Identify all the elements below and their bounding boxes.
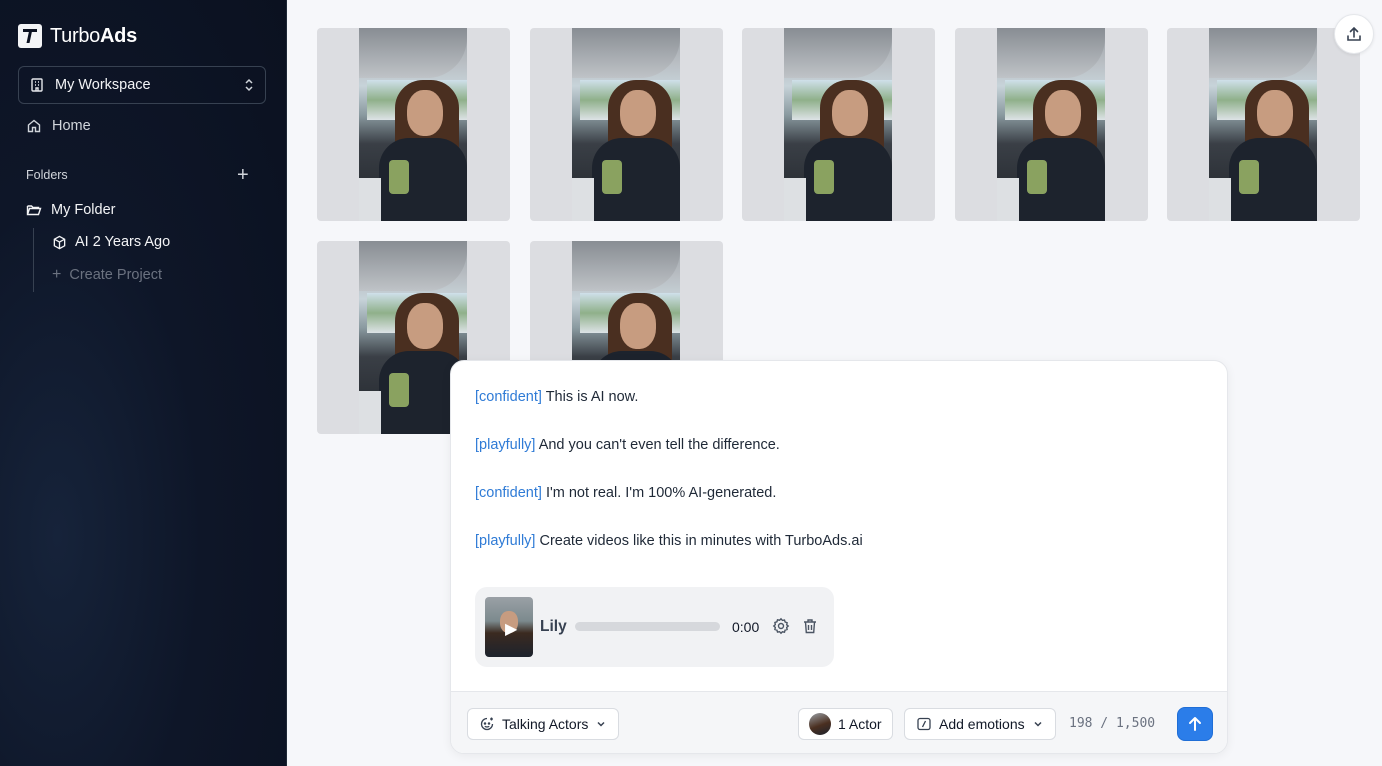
voice-name: Lily [540, 618, 567, 635]
add-emotions-label: Add emotions [939, 716, 1025, 732]
line-text: I'm not real. I'm 100% AI-generated. [545, 485, 777, 501]
actor-photo [784, 28, 892, 221]
actor-photo [572, 28, 680, 221]
voice-preview-card: ▶ Lily 0:00 [475, 587, 834, 667]
folders-heading: Folders [26, 168, 68, 182]
logo[interactable]: TurboAds [18, 24, 137, 48]
add-folder-icon[interactable]: + [237, 165, 249, 185]
folder-item[interactable]: My Folder [26, 202, 115, 218]
create-project-label: Create Project [69, 267, 163, 283]
workspace-name: My Workspace [55, 77, 151, 93]
script-line: [playfully] Create videos like this in m… [475, 531, 863, 579]
actor-avatar[interactable]: ▶ [485, 597, 533, 657]
chevron-updown-icon [243, 77, 255, 93]
actor-photo [1209, 28, 1317, 221]
sparkle-face-icon [479, 716, 495, 732]
audio-time: 0:00 [732, 619, 760, 635]
building-icon [29, 77, 45, 93]
cube-icon [52, 235, 67, 250]
script-line: [confident] I'm not real. I'm 100% AI-ge… [475, 483, 863, 531]
line-text: This is AI now. [545, 389, 639, 405]
plus-icon: + [52, 266, 62, 283]
workspace-switcher[interactable]: My Workspace [18, 66, 266, 104]
brand-name: TurboAds [50, 24, 137, 47]
add-emotions-select[interactable]: Add emotions [904, 708, 1056, 740]
sidebar-item-label: Home [52, 118, 91, 134]
send-button[interactable] [1177, 707, 1213, 741]
audio-progress-bar[interactable] [575, 622, 720, 631]
sidebar: TurboAds My Workspace Home Folders + My … [0, 0, 287, 766]
emotion-tag[interactable]: [playfully] [475, 437, 535, 453]
video-thumbnail[interactable] [955, 28, 1148, 221]
logo-icon [18, 24, 42, 48]
script-line: [confident] This is AI now. [475, 387, 863, 435]
mode-label: Talking Actors [502, 716, 589, 732]
script-line: [playfully] And you can't even tell the … [475, 435, 863, 483]
trash-icon[interactable] [801, 617, 819, 635]
play-icon[interactable]: ▶ [505, 619, 517, 639]
upload-button[interactable] [1334, 14, 1374, 54]
project-label: AI 2 Years Ago [75, 234, 171, 250]
actor-select-button[interactable]: 1 Actor [798, 708, 893, 740]
emotion-tag[interactable]: [playfully] [475, 533, 535, 549]
sidebar-item-home[interactable]: Home [26, 118, 91, 134]
emotion-tag[interactable]: [confident] [475, 389, 542, 405]
chevron-down-icon [1032, 718, 1044, 730]
upload-icon [1345, 25, 1363, 43]
mode-select[interactable]: Talking Actors [467, 708, 620, 740]
slash-box-icon [916, 716, 932, 732]
line-text: Create videos like this in minutes with … [539, 533, 863, 549]
actor-photo [997, 28, 1105, 221]
video-thumbnail[interactable] [317, 28, 510, 221]
script-editor[interactable]: [confident] This is AI now. [playfully] … [475, 387, 863, 579]
video-thumbnail[interactable] [742, 28, 935, 221]
actor-photo [359, 28, 467, 221]
project-item[interactable]: AI 2 Years Ago [52, 234, 170, 250]
chevron-down-icon [595, 718, 607, 730]
script-composer: [confident] This is AI now. [playfully] … [450, 360, 1228, 754]
actor-count-label: 1 Actor [838, 716, 882, 732]
emotion-tag[interactable]: [confident] [475, 485, 542, 501]
video-thumbnail[interactable] [1167, 28, 1360, 221]
video-thumbnail[interactable] [530, 28, 723, 221]
composer-toolbar: Talking Actors 1 Actor Add emotions 198 … [451, 691, 1227, 753]
home-icon [26, 118, 42, 134]
arrow-up-icon [1186, 715, 1204, 733]
actor-thumb-avatar [809, 713, 831, 735]
gear-icon[interactable] [772, 617, 790, 635]
character-counter: 198 / 1,500 [1069, 716, 1156, 731]
folder-label: My Folder [51, 202, 116, 218]
line-text: And you can't even tell the difference. [538, 437, 780, 453]
folder-open-icon [26, 202, 42, 218]
tree-line [33, 228, 34, 292]
create-project-button[interactable]: + Create Project [52, 266, 162, 284]
